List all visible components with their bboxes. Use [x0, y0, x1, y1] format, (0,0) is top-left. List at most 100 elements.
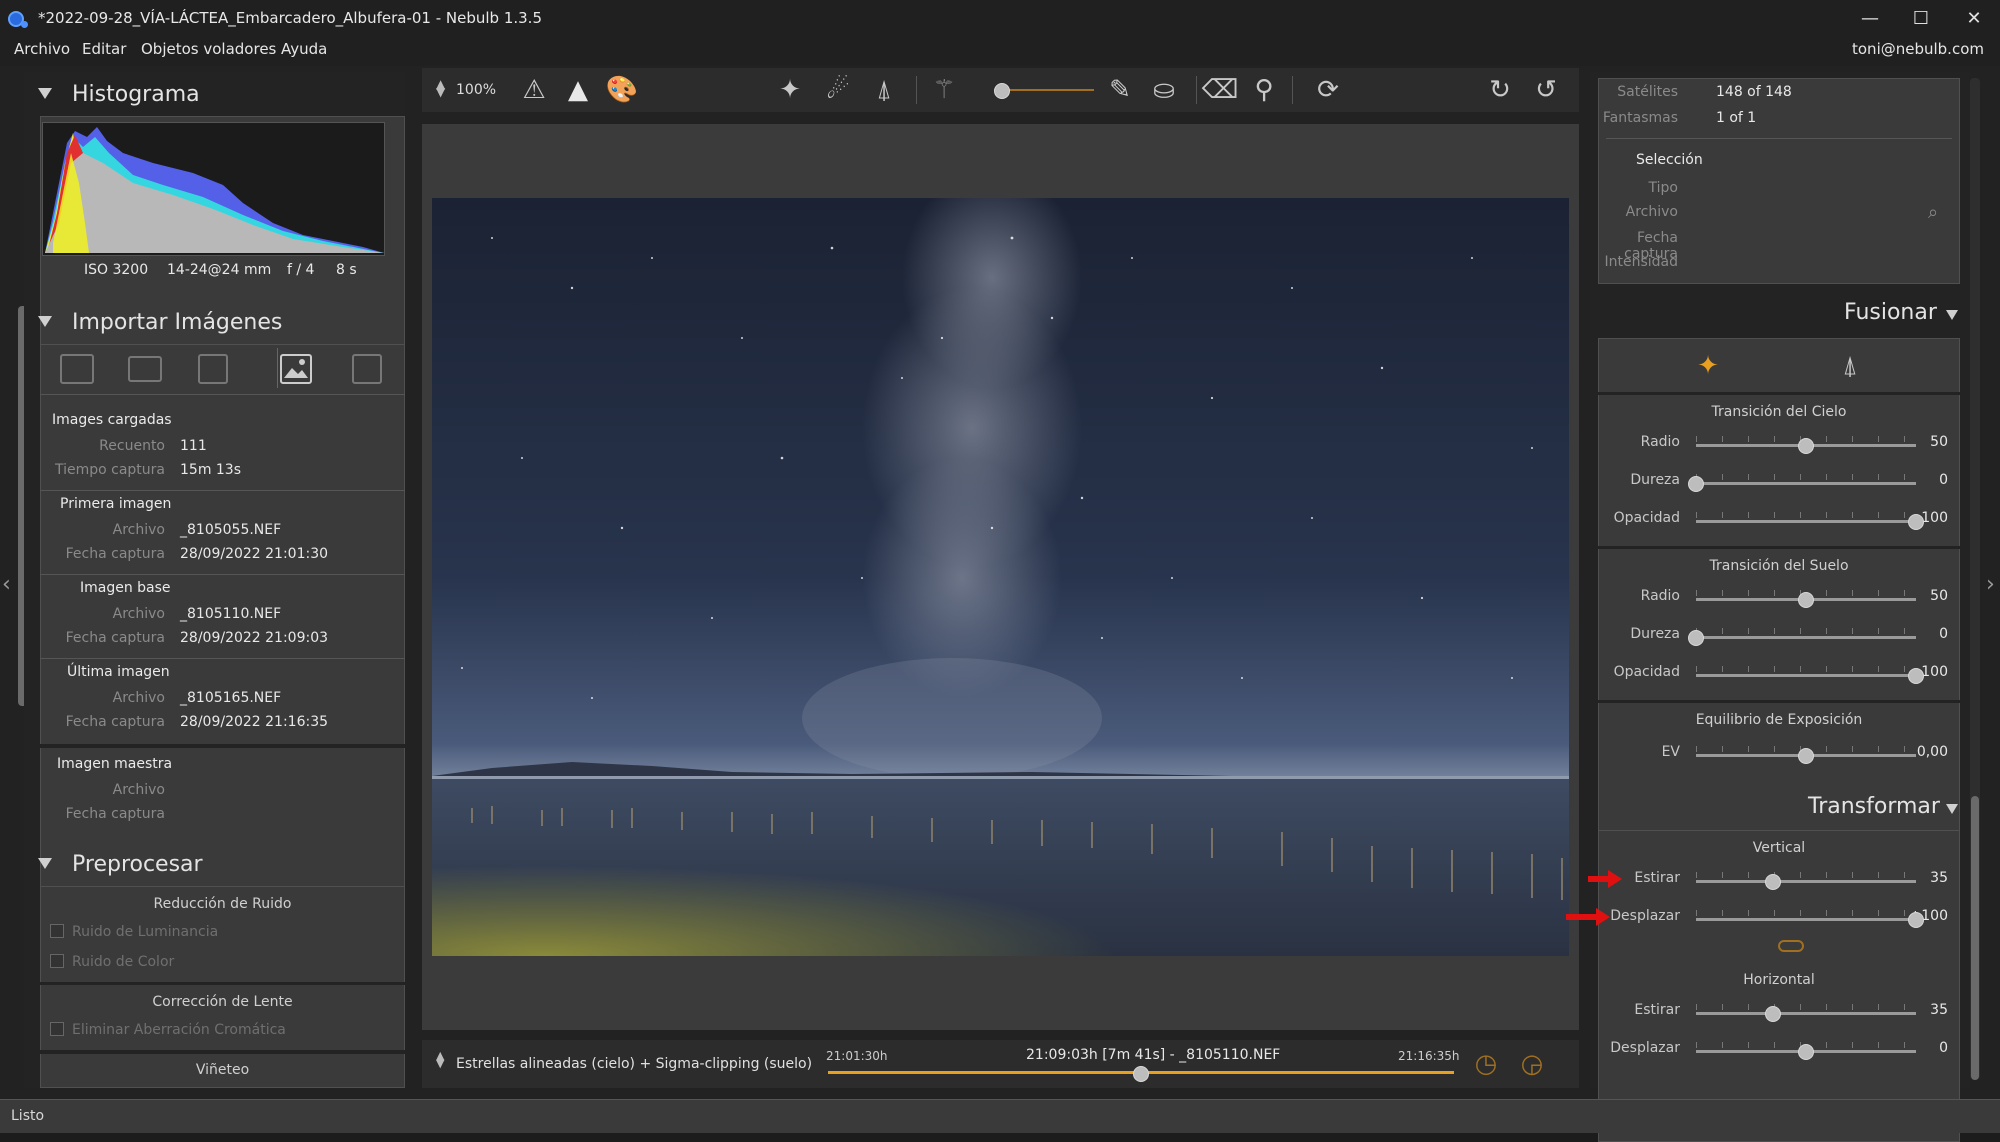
import-section-header[interactable]: Importar Imágenes [24, 306, 405, 342]
ground-hardness-knob[interactable] [1688, 630, 1704, 646]
sky-radio-knob[interactable] [1798, 438, 1814, 454]
collapse-arrow-icon [38, 858, 52, 869]
right-panel: Satélites 148 of 148 Fantasmas 1 of 1 Se… [1590, 72, 1970, 1142]
user-account[interactable]: toni@nebulb.com [1852, 40, 1984, 58]
redo-icon[interactable]: ↻ [1482, 72, 1518, 108]
sky-hardness-slider[interactable] [1696, 482, 1916, 485]
collapse-left-icon[interactable]: ‹ [2, 572, 11, 597]
refresh-icon[interactable]: ⟳ [1310, 72, 1346, 108]
vertical-stretch-slider[interactable] [1696, 880, 1916, 883]
last-date-value: 28/09/2022 21:16:35 [180, 714, 329, 730]
collapse-arrow-icon[interactable] [1946, 310, 1958, 320]
import-images-icon[interactable] [60, 354, 94, 384]
title-bar: *2022-09-28_VÍA-LÁCTEA_Embarcadero_Albuf… [0, 0, 2000, 36]
import-base-image-icon[interactable] [280, 354, 312, 384]
undo-icon[interactable]: ↺ [1528, 72, 1564, 108]
ground-opacity-knob[interactable] [1908, 668, 1924, 684]
master-file-label: Archivo [112, 782, 165, 798]
menu-ayuda[interactable]: Ayuda [281, 40, 327, 58]
vertical-stretch-knob[interactable] [1765, 874, 1781, 890]
ev-knob[interactable] [1798, 748, 1814, 764]
toolbar-divider [1196, 76, 1197, 104]
right-scrollbar[interactable] [1971, 796, 1979, 1080]
minimize-button[interactable]: — [1842, 0, 1898, 36]
ground-radio-label: Radio [1640, 588, 1680, 604]
zoom-search-icon[interactable]: ⌕ [1928, 202, 1938, 223]
zoom-stepper-icon[interactable]: ▲ ▼ [436, 78, 445, 98]
toolbar-divider [277, 348, 278, 388]
horizontal-stretch-ticks [1696, 1004, 1916, 1010]
horizontal-stretch-knob[interactable] [1765, 1006, 1781, 1022]
luminance-noise-checkbox[interactable] [50, 924, 64, 938]
warning-filled-icon[interactable]: ▲ [560, 72, 596, 108]
timeline-end: 21:16:35h [1398, 1049, 1460, 1063]
preprocess-section-header[interactable]: Preprocesar [24, 848, 405, 884]
sky-opacity-knob[interactable] [1908, 514, 1924, 530]
loaded-header: Images cargadas [52, 412, 172, 428]
warning-outline-icon[interactable]: ⚠ [516, 72, 552, 108]
ground-hardness-slider[interactable] [1696, 636, 1916, 639]
preview-photo[interactable] [432, 168, 1569, 956]
menu-objetos-voladores[interactable]: Objetos voladores [141, 40, 276, 58]
vertical-shift-knob[interactable] [1908, 912, 1924, 928]
color-noise-checkbox[interactable] [50, 954, 64, 968]
divider [1598, 546, 1960, 549]
merge-mode[interactable]: Estrellas alineadas (cielo) + Sigma-clip… [456, 1056, 812, 1072]
link-chain-icon[interactable] [1778, 940, 1804, 952]
stars-icon[interactable]: ✦ [772, 72, 808, 108]
collapse-arrow-icon[interactable] [1946, 804, 1958, 814]
chroma-label: Eliminar Aberración Cromática [72, 1022, 286, 1038]
chroma-checkbox[interactable] [50, 1022, 64, 1036]
bucket-icon[interactable]: ⛀ [1146, 72, 1182, 108]
menu-editar[interactable]: Editar [82, 40, 126, 58]
clock-history-icon[interactable]: ◶ [1514, 1046, 1550, 1082]
divider [40, 744, 405, 748]
ground-radio-knob[interactable] [1798, 592, 1814, 608]
satellite-icon[interactable]: ☄ [820, 72, 856, 108]
transform-title[interactable]: Transformar [1808, 794, 1940, 819]
ground-tower-icon[interactable]: ⍋ [866, 72, 902, 108]
ground-tower-icon[interactable]: ⍋ [1832, 348, 1868, 384]
timeline-knob[interactable] [1133, 1066, 1149, 1082]
ground-opacity-ticks [1696, 666, 1916, 672]
clock-icon[interactable]: ◷ [1468, 1046, 1504, 1082]
import-stack-icon[interactable] [198, 354, 228, 384]
vignette-header[interactable]: Viñeteo [40, 1062, 405, 1078]
sky-stars-icon[interactable]: ✦ [1690, 348, 1726, 384]
sky-opacity-slider[interactable] [1696, 520, 1916, 523]
vertical-shift-slider[interactable] [1696, 918, 1916, 921]
base-file-label: Archivo [112, 606, 165, 622]
first-date-label: Fecha captura [65, 546, 165, 562]
magic-wand-icon[interactable]: ⚚ [926, 72, 962, 108]
collapse-right-icon[interactable]: › [1986, 572, 1995, 597]
histogram-section-header[interactable]: Histograma [24, 78, 405, 114]
horizontal-stretch-slider[interactable] [1696, 1012, 1916, 1015]
sky-hardness-knob[interactable] [1688, 476, 1704, 492]
first-file-label: Archivo [112, 522, 165, 538]
eraser-icon[interactable]: ⌫ [1202, 72, 1239, 108]
vertical-stretch-ticks [1696, 872, 1916, 878]
brush-size-knob[interactable] [994, 83, 1010, 99]
ground-opacity-slider[interactable] [1696, 674, 1916, 677]
import-folder-icon[interactable] [128, 356, 162, 382]
close-button[interactable]: ✕ [1946, 0, 2000, 36]
satellites-label: Satélites [1617, 84, 1678, 100]
menu-archivo[interactable]: Archivo [14, 40, 70, 58]
palette-icon[interactable]: 🎨 [604, 72, 640, 108]
exif-lens: 14-24@24 mm [167, 262, 272, 278]
zoom-level[interactable]: 100% [456, 82, 496, 98]
brush-icon[interactable]: ✎ [1102, 72, 1138, 108]
maximize-button[interactable]: ☐ [1893, 0, 1949, 36]
import-master-icon[interactable] [352, 354, 382, 384]
mode-stepper-icon[interactable]: ▲ ▼ [436, 1050, 444, 1069]
lens-header: Corrección de Lente [152, 994, 293, 1010]
collapse-arrow-icon [38, 316, 52, 327]
base-date-label: Fecha captura [65, 630, 165, 646]
merge-title[interactable]: Fusionar [1844, 300, 1937, 325]
type-label: Tipo [1648, 180, 1678, 196]
ground-transition-header: Transición del Suelo [1709, 558, 1849, 574]
divider [40, 982, 405, 985]
count-label: Recuento [99, 438, 165, 454]
broom-icon[interactable]: ⚲ [1246, 72, 1282, 108]
horizontal-shift-knob[interactable] [1798, 1044, 1814, 1060]
